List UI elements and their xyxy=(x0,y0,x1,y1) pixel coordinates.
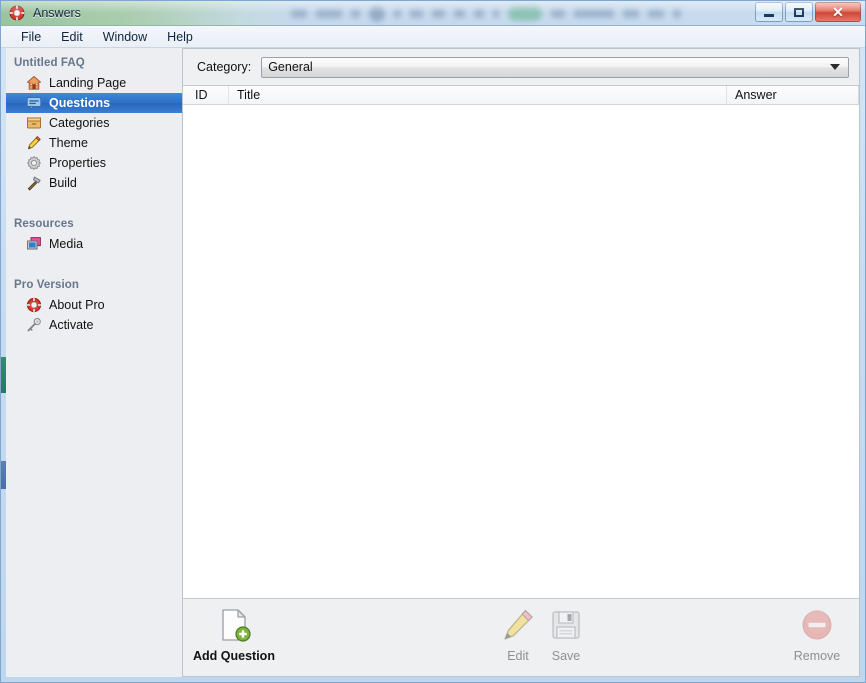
table-header-row: ID Title Answer xyxy=(183,86,859,105)
questions-table: ID Title Answer xyxy=(183,85,859,598)
house-icon xyxy=(26,75,42,91)
lifebuoy-icon xyxy=(26,297,42,313)
circle-minus-icon xyxy=(799,607,835,643)
key-icon xyxy=(26,317,42,333)
sidebar-item-label: Build xyxy=(49,176,77,190)
column-header-answer[interactable]: Answer xyxy=(727,86,858,104)
background-window-accent-strip xyxy=(1,357,6,393)
menu-file[interactable]: File xyxy=(11,28,51,46)
sidebar-item-label: Questions xyxy=(49,96,110,110)
save-button[interactable]: Save xyxy=(520,607,612,663)
sidebar-item-about-pro[interactable]: About Pro xyxy=(6,295,182,315)
column-header-title[interactable]: Title xyxy=(229,86,727,104)
maximize-icon xyxy=(794,8,804,17)
sidebar-item-label: Theme xyxy=(49,136,88,150)
menu-window[interactable]: Window xyxy=(93,28,157,46)
window-title: Answers xyxy=(33,6,81,20)
category-bar: Category: General xyxy=(183,49,859,85)
add-question-button[interactable]: Add Question xyxy=(188,607,280,663)
floppy-disk-icon xyxy=(548,607,584,643)
remove-button[interactable]: Remove xyxy=(771,607,860,663)
sidebar-item-label: Media xyxy=(49,237,83,251)
save-label: Save xyxy=(552,649,581,663)
main-panel: Category: General ID Title Answer xyxy=(183,48,860,677)
sidebar-item-label: Properties xyxy=(49,156,106,170)
sidebar-item-landing-page[interactable]: Landing Page xyxy=(6,73,182,93)
close-button[interactable]: ✕ xyxy=(815,2,861,22)
sidebar-item-properties[interactable]: Properties xyxy=(6,153,182,173)
minimize-button[interactable] xyxy=(755,2,783,22)
table-body-empty[interactable] xyxy=(183,105,859,598)
sidebar-spacer xyxy=(6,193,182,215)
document-add-icon xyxy=(216,607,252,643)
category-select[interactable]: General xyxy=(261,57,849,78)
sidebar-item-activate[interactable]: Activate xyxy=(6,315,182,335)
menu-help[interactable]: Help xyxy=(157,28,203,46)
category-label: Category: xyxy=(197,60,251,74)
sidebar-group-title-pro: Pro Version xyxy=(6,276,182,295)
sidebar-item-categories[interactable]: Categories xyxy=(6,113,182,133)
table-scroll-gutter xyxy=(858,86,859,104)
menu-edit[interactable]: Edit xyxy=(51,28,93,46)
sidebar-spacer xyxy=(6,254,182,276)
sidebar-item-label: Categories xyxy=(49,116,109,130)
sidebar-item-theme[interactable]: Theme xyxy=(6,133,182,153)
chevron-down-icon xyxy=(830,64,840,70)
media-image-icon xyxy=(26,236,42,252)
sidebar-item-media[interactable]: Media xyxy=(6,234,182,254)
hammer-icon xyxy=(26,175,42,191)
pencil-icon xyxy=(26,135,42,151)
sidebar-group-title-resources: Resources xyxy=(6,215,182,234)
lifebuoy-icon xyxy=(9,5,25,21)
application-window: Answers xyxy=(0,0,866,683)
gear-icon xyxy=(26,155,42,171)
column-header-id[interactable]: ID xyxy=(183,86,229,104)
drawer-box-icon xyxy=(26,115,42,131)
menu-bar: File Edit Window Help xyxy=(1,26,865,48)
remove-label: Remove xyxy=(794,649,841,663)
close-icon: ✕ xyxy=(832,5,844,19)
background-window-accent-strip-2 xyxy=(1,461,6,489)
sidebar-item-label: Activate xyxy=(49,318,93,332)
sidebar-item-label: Landing Page xyxy=(49,76,126,90)
window-controls: ✕ xyxy=(755,2,861,22)
sidebar: Untitled FAQ Landing Page Questions xyxy=(6,48,183,677)
obscured-titlebar-content xyxy=(291,3,711,24)
add-question-label: Add Question xyxy=(193,649,275,663)
category-selected-value: General xyxy=(268,60,312,74)
sidebar-group-title-faq: Untitled FAQ xyxy=(6,54,182,73)
minimize-icon xyxy=(764,14,774,17)
sidebar-item-label: About Pro xyxy=(49,298,105,312)
bottom-toolbar: Add Question Edit xyxy=(183,598,859,676)
maximize-button[interactable] xyxy=(785,2,813,22)
window-body: Untitled FAQ Landing Page Questions xyxy=(1,48,865,682)
speech-bubble-icon xyxy=(26,95,42,111)
sidebar-item-build[interactable]: Build xyxy=(6,173,182,193)
title-bar: Answers xyxy=(1,1,865,26)
sidebar-item-questions[interactable]: Questions xyxy=(6,93,182,113)
